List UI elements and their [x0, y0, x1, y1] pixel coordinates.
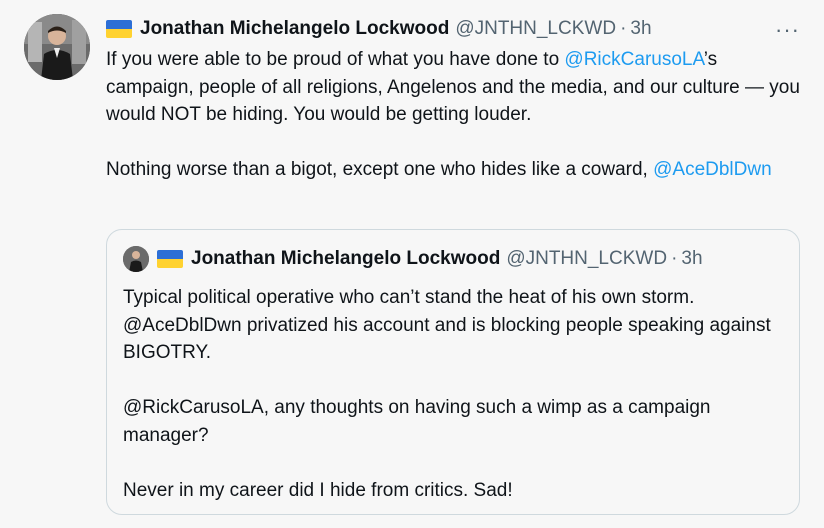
tweet-paragraph-1: If you were able to be proud of what you…: [106, 46, 804, 129]
quoted-paragraph-1: Typical political operative who can’t st…: [123, 287, 771, 363]
quoted-header-separator: ·: [671, 248, 678, 269]
quoted-paragraph-3: Never in my career did I hide from criti…: [123, 479, 513, 501]
author-name[interactable]: Jonathan Michelangelo Lockwood: [140, 14, 449, 44]
quoted-author-handle[interactable]: @JNTHN_LCKWD: [506, 248, 667, 270]
ukraine-flag-icon: [106, 20, 132, 38]
quoted-tweet-time[interactable]: 3h: [681, 248, 702, 270]
quoted-avatar[interactable]: [123, 246, 149, 272]
more-options-icon[interactable]: ···: [775, 19, 800, 41]
quoted-paragraph-2: @RickCarusoLA, any thoughts on having su…: [123, 397, 711, 446]
tweet-text: If you were able to be proud of what you…: [106, 46, 804, 184]
mention-link[interactable]: @RickCarusoLA: [564, 49, 703, 70]
quoted-author-name[interactable]: Jonathan Michelangelo Lockwood: [191, 248, 500, 270]
tweet-text-segment: Nothing worse than a bigot, except one w…: [106, 159, 654, 180]
author-handle[interactable]: @JNTHN_LCKWD: [455, 14, 616, 44]
tweet-text-segment: If you were able to be proud of what you…: [106, 49, 565, 70]
ukraine-flag-icon: [157, 250, 183, 268]
quoted-tweet-header: Jonathan Michelangelo Lockwood @JNTHN_LC…: [123, 244, 783, 274]
avatar-photo: [24, 14, 90, 80]
quoted-avatar-photo: [123, 246, 149, 272]
tweet[interactable]: Jonathan Michelangelo Lockwood @JNTHN_LC…: [0, 0, 824, 528]
avatar[interactable]: [24, 14, 90, 80]
tweet-paragraph-2: Nothing worse than a bigot, except one w…: [106, 156, 804, 184]
quoted-tweet-text: Typical political operative who can’t st…: [123, 284, 783, 504]
tweet-time[interactable]: 3h: [630, 14, 651, 44]
header-separator: ·: [620, 18, 627, 39]
tweet-header: Jonathan Michelangelo Lockwood @JNTHN_LC…: [106, 14, 804, 44]
quoted-tweet[interactable]: Jonathan Michelangelo Lockwood @JNTHN_LC…: [106, 229, 800, 515]
mention-link[interactable]: @AceDblDwn: [653, 159, 772, 180]
